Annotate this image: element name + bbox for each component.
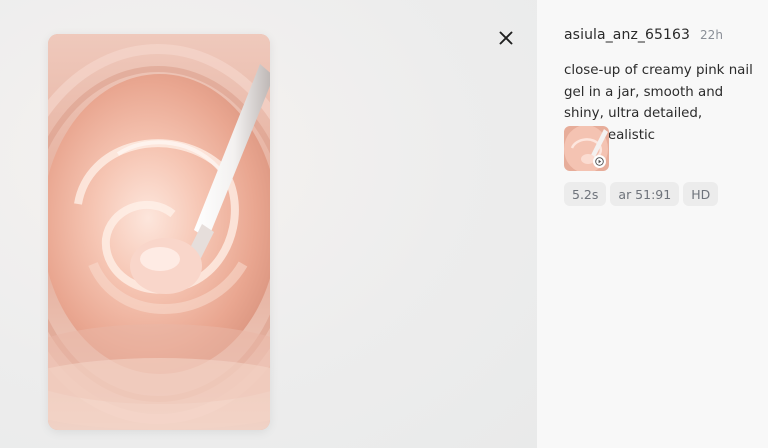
- source-thumbnail[interactable]: [564, 126, 609, 171]
- duration-tag: 5.2s: [564, 182, 607, 206]
- generated-video-preview[interactable]: [48, 34, 270, 430]
- close-icon: [499, 31, 513, 45]
- media-viewer: [0, 0, 537, 448]
- play-icon: [595, 157, 604, 166]
- author-row: asiula_anz_65163 22h: [564, 27, 723, 43]
- aspect-ratio-tag: ar 51:91: [610, 182, 680, 206]
- tag-list: 5.2s ar 51:91 HD: [564, 182, 719, 206]
- details-panel: asiula_anz_65163 22h close-up of creamy …: [537, 0, 768, 448]
- play-badge: [593, 155, 606, 168]
- close-button[interactable]: [494, 26, 518, 50]
- pink-gel-jar-image: [48, 34, 270, 430]
- username-link[interactable]: asiula_anz_65163: [564, 27, 690, 43]
- post-time: 22h: [700, 28, 723, 42]
- quality-tag: HD: [683, 182, 719, 206]
